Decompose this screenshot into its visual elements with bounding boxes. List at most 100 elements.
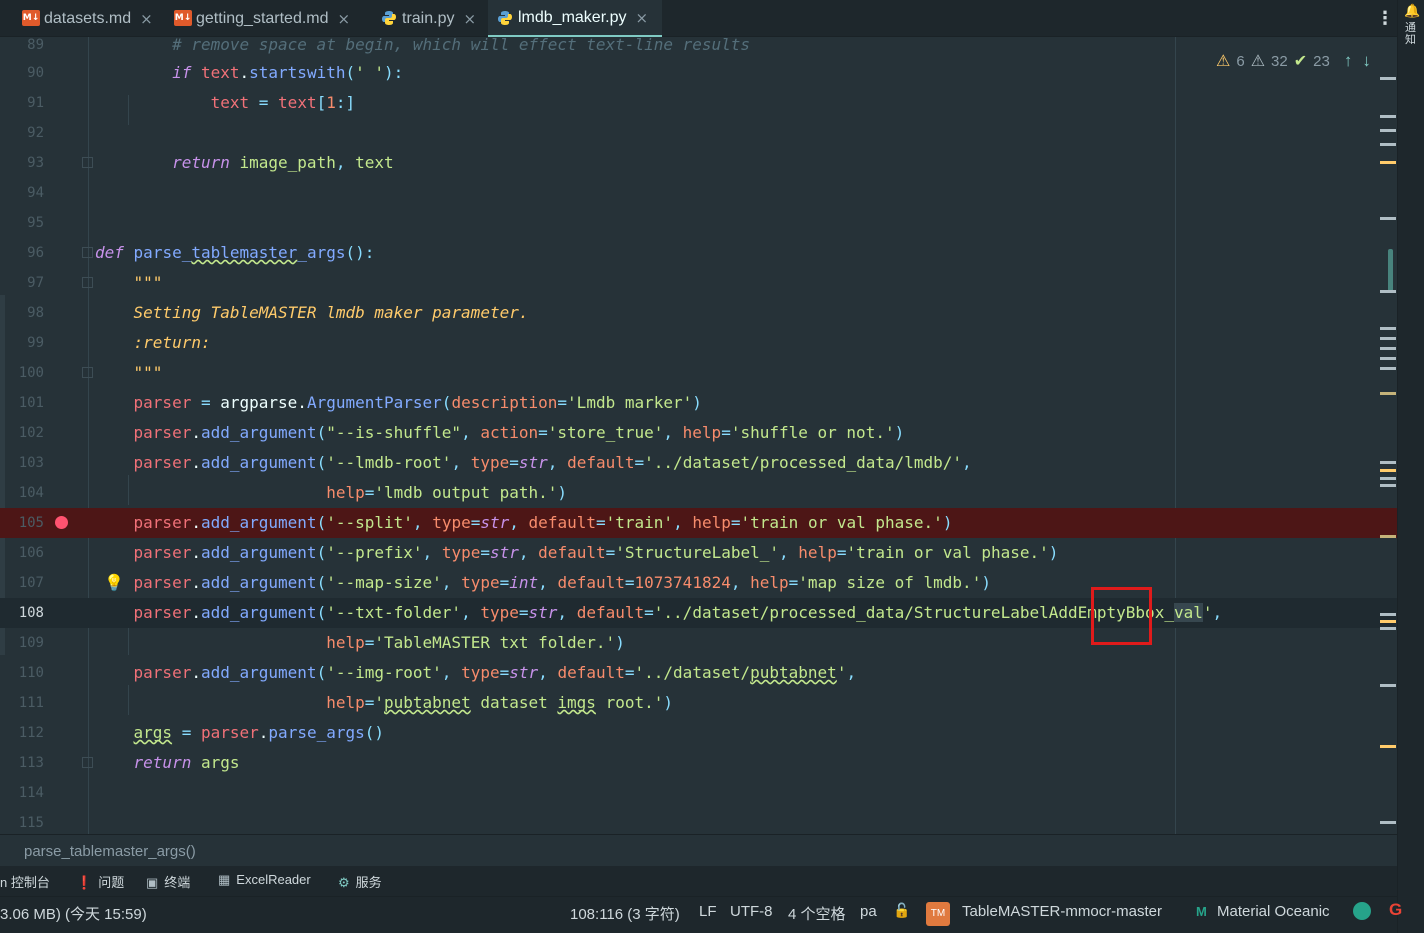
code-line[interactable]: 104 help='lmdb output path.') [0,478,1397,508]
google-icon[interactable]: G [1389,900,1402,920]
code-line[interactable]: 95 [0,208,1397,238]
code-line[interactable]: 99 :return: [0,328,1397,358]
tab-train-py[interactable]: train.py × [380,0,476,37]
bell-icon[interactable]: 🔔 [1404,3,1420,19]
previous-highlight-icon[interactable]: ↑ [1344,51,1353,71]
next-highlight-icon[interactable]: ↓ [1362,51,1371,71]
code-line[interactable]: 90 if text.startswith(' '): [0,58,1397,88]
scroll-marker[interactable] [1380,477,1396,480]
scroll-marker[interactable] [1380,217,1396,220]
scroll-marker[interactable] [1380,484,1396,487]
scroll-marker[interactable] [1380,745,1396,748]
scroll-marker[interactable] [1380,613,1396,616]
tool-services[interactable]: ⚙ 服务 [338,872,382,891]
problems-icon: ❗ [76,875,93,890]
code-line[interactable]: 92 [0,118,1397,148]
close-icon[interactable]: × [140,10,153,28]
status-indent[interactable]: 4 个空格 [788,903,846,924]
status-project[interactable]: TableMASTER-mmocr-master [962,903,1162,920]
editor-tab-bar: M↓ datasets.md × M↓ getting_started.md ×… [0,0,1424,37]
code-line[interactable]: 113 return args [0,748,1397,778]
scroll-marker[interactable] [1380,367,1396,370]
code-line[interactable]: 103 parser.add_argument('--lmdb-root', t… [0,448,1397,478]
scroll-marker[interactable] [1380,469,1396,472]
markdown-icon: M↓ [22,10,40,26]
code-line-breakpoint[interactable]: 105 parser.add_argument('--split', type=… [0,508,1397,538]
scroll-marker[interactable] [1380,290,1396,293]
tool-console[interactable]: n 控制台 [0,872,50,891]
tab-datasets-md[interactable]: M↓ datasets.md × [22,0,153,37]
code-line[interactable]: 94 [0,178,1397,208]
close-icon[interactable]: × [636,9,649,27]
services-icon: ⚙ [338,875,350,890]
scrollbar-thumb[interactable] [1388,249,1393,293]
unlock-icon[interactable]: 🔓 [893,902,910,919]
code-line[interactable]: 89 # remove space at begin, which will e… [0,37,1397,60]
code-line[interactable]: 109 help='TableMASTER txt folder.') [0,628,1397,658]
status-interpreter[interactable]: pa [860,903,877,920]
scroll-marker[interactable] [1380,357,1396,360]
code-editor[interactable]: 89 # remove space at begin, which will e… [0,37,1397,834]
scroll-marker[interactable] [1380,392,1396,395]
scroll-marker[interactable] [1380,620,1396,623]
python-icon [498,11,512,25]
code-line[interactable]: 112 args = parser.parse_args() [0,718,1397,748]
material-theme-icon: M [1196,904,1207,919]
close-icon[interactable]: × [463,10,476,28]
tab-lmdb-maker-py[interactable]: lmdb_maker.py × [488,0,662,37]
status-encoding[interactable]: UTF-8 [730,903,773,920]
terminal-icon: ▣ [146,875,159,890]
notifications-label[interactable]: 通知 [1405,22,1418,46]
scroll-marker[interactable] [1380,535,1396,538]
code-line[interactable]: 102 parser.add_argument("--is-shuffle", … [0,418,1397,448]
code-line-current[interactable]: 108 parser.add_argument('--txt-folder', … [0,598,1397,628]
project-icon: TM [926,902,950,926]
status-caret-position[interactable]: 108:116 (3 字符) [570,903,680,924]
more-tabs-icon[interactable]: ⋮ [1376,8,1394,29]
notifications-strip: 🔔 通知 [1397,0,1424,933]
status-memory[interactable]: 3.06 MB) (今天 15:59) [0,903,147,924]
code-line[interactable]: 93 return image_path, text [0,148,1397,178]
code-line[interactable]: 115 [0,808,1397,834]
scroll-marker[interactable] [1380,821,1396,824]
typo-check-icon: ✔ [1293,53,1308,70]
tool-problems[interactable]: ❗ 问题 [76,872,124,891]
code-line[interactable]: 98 Setting TableMASTER lmdb maker parame… [0,298,1397,328]
scroll-marker[interactable] [1380,129,1396,132]
code-line[interactable]: 106 parser.add_argument('--prefix', type… [0,538,1397,568]
python-icon [382,11,396,25]
scroll-marker[interactable] [1380,461,1396,464]
breadcrumb[interactable]: parse_tablemaster_args() [0,834,1397,866]
scroll-marker[interactable] [1380,327,1396,330]
code-line[interactable]: 107 💡 parser.add_argument('--map-size', … [0,568,1397,598]
code-line[interactable]: 100 """ [0,358,1397,388]
code-line[interactable]: 111 help='pubtabnet dataset imgs root.') [0,688,1397,718]
scroll-marker[interactable] [1380,347,1396,350]
weak-warning-icon: ⚠ [1250,53,1266,70]
status-indicator-icon[interactable] [1353,902,1371,920]
close-icon[interactable]: × [338,10,351,28]
scroll-marker[interactable] [1380,684,1396,687]
scroll-marker[interactable] [1380,77,1396,80]
code-line[interactable]: 114 [0,778,1397,808]
scroll-marker[interactable] [1380,143,1396,146]
scroll-marker[interactable] [1380,115,1396,118]
status-line-separator[interactable]: LF [699,903,717,920]
code-line[interactable]: 96 def parse_tablemaster_args(): [0,238,1397,268]
code-line[interactable]: 97 """ [0,268,1397,298]
code-line[interactable]: 110 parser.add_argument('--img-root', ty… [0,658,1397,688]
code-line[interactable]: 91 text = text[1:] [0,88,1397,118]
status-theme[interactable]: Material Oceanic [1217,903,1330,920]
tab-label: datasets.md [44,9,132,27]
tool-excel-reader[interactable]: ▦ ExcelReader [218,872,311,888]
tab-getting-started-md[interactable]: M↓ getting_started.md × [174,0,350,37]
breakpoint-icon[interactable] [55,516,68,529]
scroll-marker[interactable] [1380,337,1396,340]
code-line[interactable]: 101 parser = argparse.ArgumentParser(des… [0,388,1397,418]
tool-terminal[interactable]: ▣ 终端 [146,872,190,891]
excel-icon: ▦ [218,872,231,887]
warning-count: 6 [1236,52,1245,70]
inspection-widget[interactable]: ⚠ 6 ⚠ 32 ✔ 23 ↑ ↓ [1216,51,1371,71]
scroll-marker[interactable] [1380,627,1396,630]
scroll-marker[interactable] [1380,161,1396,164]
